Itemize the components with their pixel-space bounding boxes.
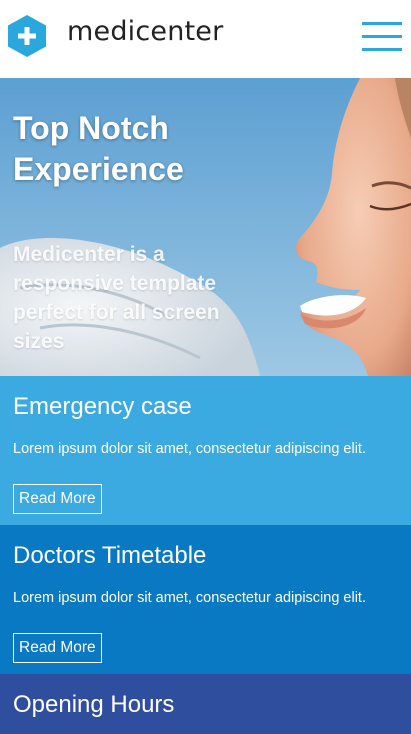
hero-banner: Top Notch Experience Medicenter is a res… — [0, 78, 411, 376]
hamburger-line — [362, 48, 402, 51]
menu-button[interactable] — [362, 22, 402, 52]
box-title: Doctors Timetable — [13, 542, 207, 569]
box-text: Lorem ipsum dolor sit amet, consectetur … — [13, 590, 366, 606]
hero-title: Top Notch Experience — [13, 110, 184, 187]
emergency-case-box: Emergency case Lorem ipsum dolor sit ame… — [0, 376, 411, 525]
hero-subtitle: Medicenter is a responsive template perf… — [13, 243, 220, 353]
box-title: Emergency case — [13, 393, 192, 420]
box-title: Opening Hours — [13, 691, 175, 718]
plus-hexagon-icon[interactable] — [8, 15, 46, 57]
box-text: Lorem ipsum dolor sit amet, consectetur … — [13, 441, 366, 457]
site-header: medicenter — [0, 0, 411, 78]
read-more-button[interactable]: Read More — [13, 484, 102, 514]
doctors-timetable-box: Doctors Timetable Lorem ipsum dolor sit … — [0, 525, 411, 674]
opening-hours-box: Opening Hours — [0, 674, 411, 734]
brand-name[interactable]: medicenter — [67, 16, 223, 47]
hamburger-menu-icon — [362, 22, 402, 25]
read-more-button[interactable]: Read More — [13, 633, 102, 663]
hamburger-line — [362, 35, 402, 38]
